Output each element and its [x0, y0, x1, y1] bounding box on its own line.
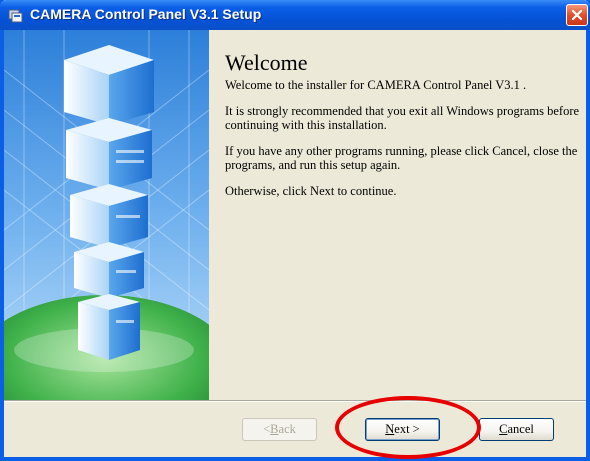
page-title: Welcome — [225, 50, 308, 75]
next-highlight-annotation — [335, 396, 481, 459]
back-button-prefix: < — [263, 422, 271, 436]
welcome-content: Welcome Welcome to the installer for CAM… — [225, 50, 585, 210]
back-button-accel: B — [270, 422, 279, 436]
intro-text: Welcome to the installer for CAMERA Cont… — [225, 78, 527, 92]
footer-separator — [4, 400, 586, 402]
cancel-button-label: ancel — [507, 422, 534, 436]
setup-window: CAMERA Control Panel V3.1 Setup Welcome … — [0, 0, 590, 461]
side-illustration — [4, 30, 209, 401]
close-icon — [571, 9, 583, 21]
cancel-instruction-text: If you have any other programs running, … — [225, 144, 578, 172]
window-title: CAMERA Control Panel V3.1 Setup — [30, 6, 262, 22]
installer-icon — [8, 9, 23, 23]
back-button-label: ack — [278, 422, 296, 436]
close-button[interactable] — [566, 4, 588, 26]
continue-instruction-text: Otherwise, click Next to continue. — [225, 184, 397, 198]
recommendation-text: It is strongly recommended that you exit… — [225, 104, 580, 132]
cancel-button-accel: C — [499, 422, 508, 436]
back-button[interactable]: < Back — [242, 418, 317, 441]
cancel-button[interactable]: Cancel — [479, 418, 554, 441]
title-bar[interactable]: CAMERA Control Panel V3.1 Setup — [0, 0, 590, 30]
building-globe-illustration — [4, 30, 209, 401]
